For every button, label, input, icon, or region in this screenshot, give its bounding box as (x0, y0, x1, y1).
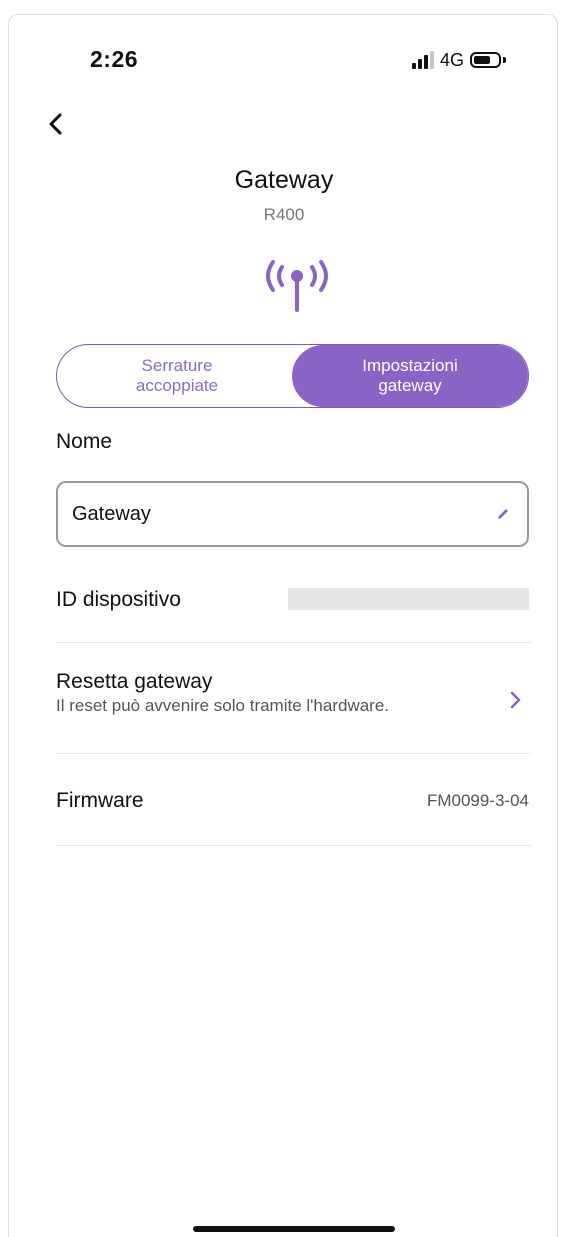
firmware-label: Firmware (56, 789, 144, 812)
battery-tip (503, 57, 507, 63)
tab-label-line1: Serrature (141, 356, 213, 375)
reset-subtitle: Il reset può avvenire solo tramite l'har… (56, 696, 390, 715)
status-time: 2:26 (90, 46, 139, 72)
network-type: 4G (440, 49, 465, 70)
chevron-right-icon (505, 688, 525, 712)
device-id-label: ID dispositivo (56, 588, 181, 611)
firmware-value: FM0099-3-04 (426, 791, 529, 810)
tab-label-line2: accoppiate (135, 376, 219, 395)
battery-icon (470, 52, 502, 68)
name-field[interactable]: Gateway (56, 481, 529, 547)
reset-title: Resetta gateway (56, 670, 213, 693)
name-value: Gateway (72, 502, 151, 525)
pencil-icon[interactable] (495, 505, 511, 521)
name-label: Nome (56, 430, 113, 453)
chevron-left-icon[interactable] (42, 110, 70, 138)
divider (56, 845, 531, 846)
tab-label-line2: gateway (378, 376, 442, 395)
status-indicators: 4G (412, 48, 507, 72)
signal-icon (412, 51, 434, 69)
tab-paired-locks[interactable]: Serrature accoppiate (57, 345, 297, 407)
screen-frame (8, 14, 558, 1237)
tab-label-line1: Impostazioni (362, 356, 458, 375)
home-indicator[interactable] (193, 1226, 395, 1232)
segmented-control: Serrature accoppiate Impostazioni gateway (56, 344, 529, 408)
divider (56, 753, 531, 754)
divider (56, 642, 531, 643)
page-subtitle: R400 (263, 205, 305, 224)
tab-gateway-settings[interactable]: Impostazioni gateway (292, 345, 528, 407)
antenna-icon (257, 252, 337, 316)
page-title: Gateway (234, 166, 334, 194)
device-id-value-redacted (288, 588, 529, 610)
